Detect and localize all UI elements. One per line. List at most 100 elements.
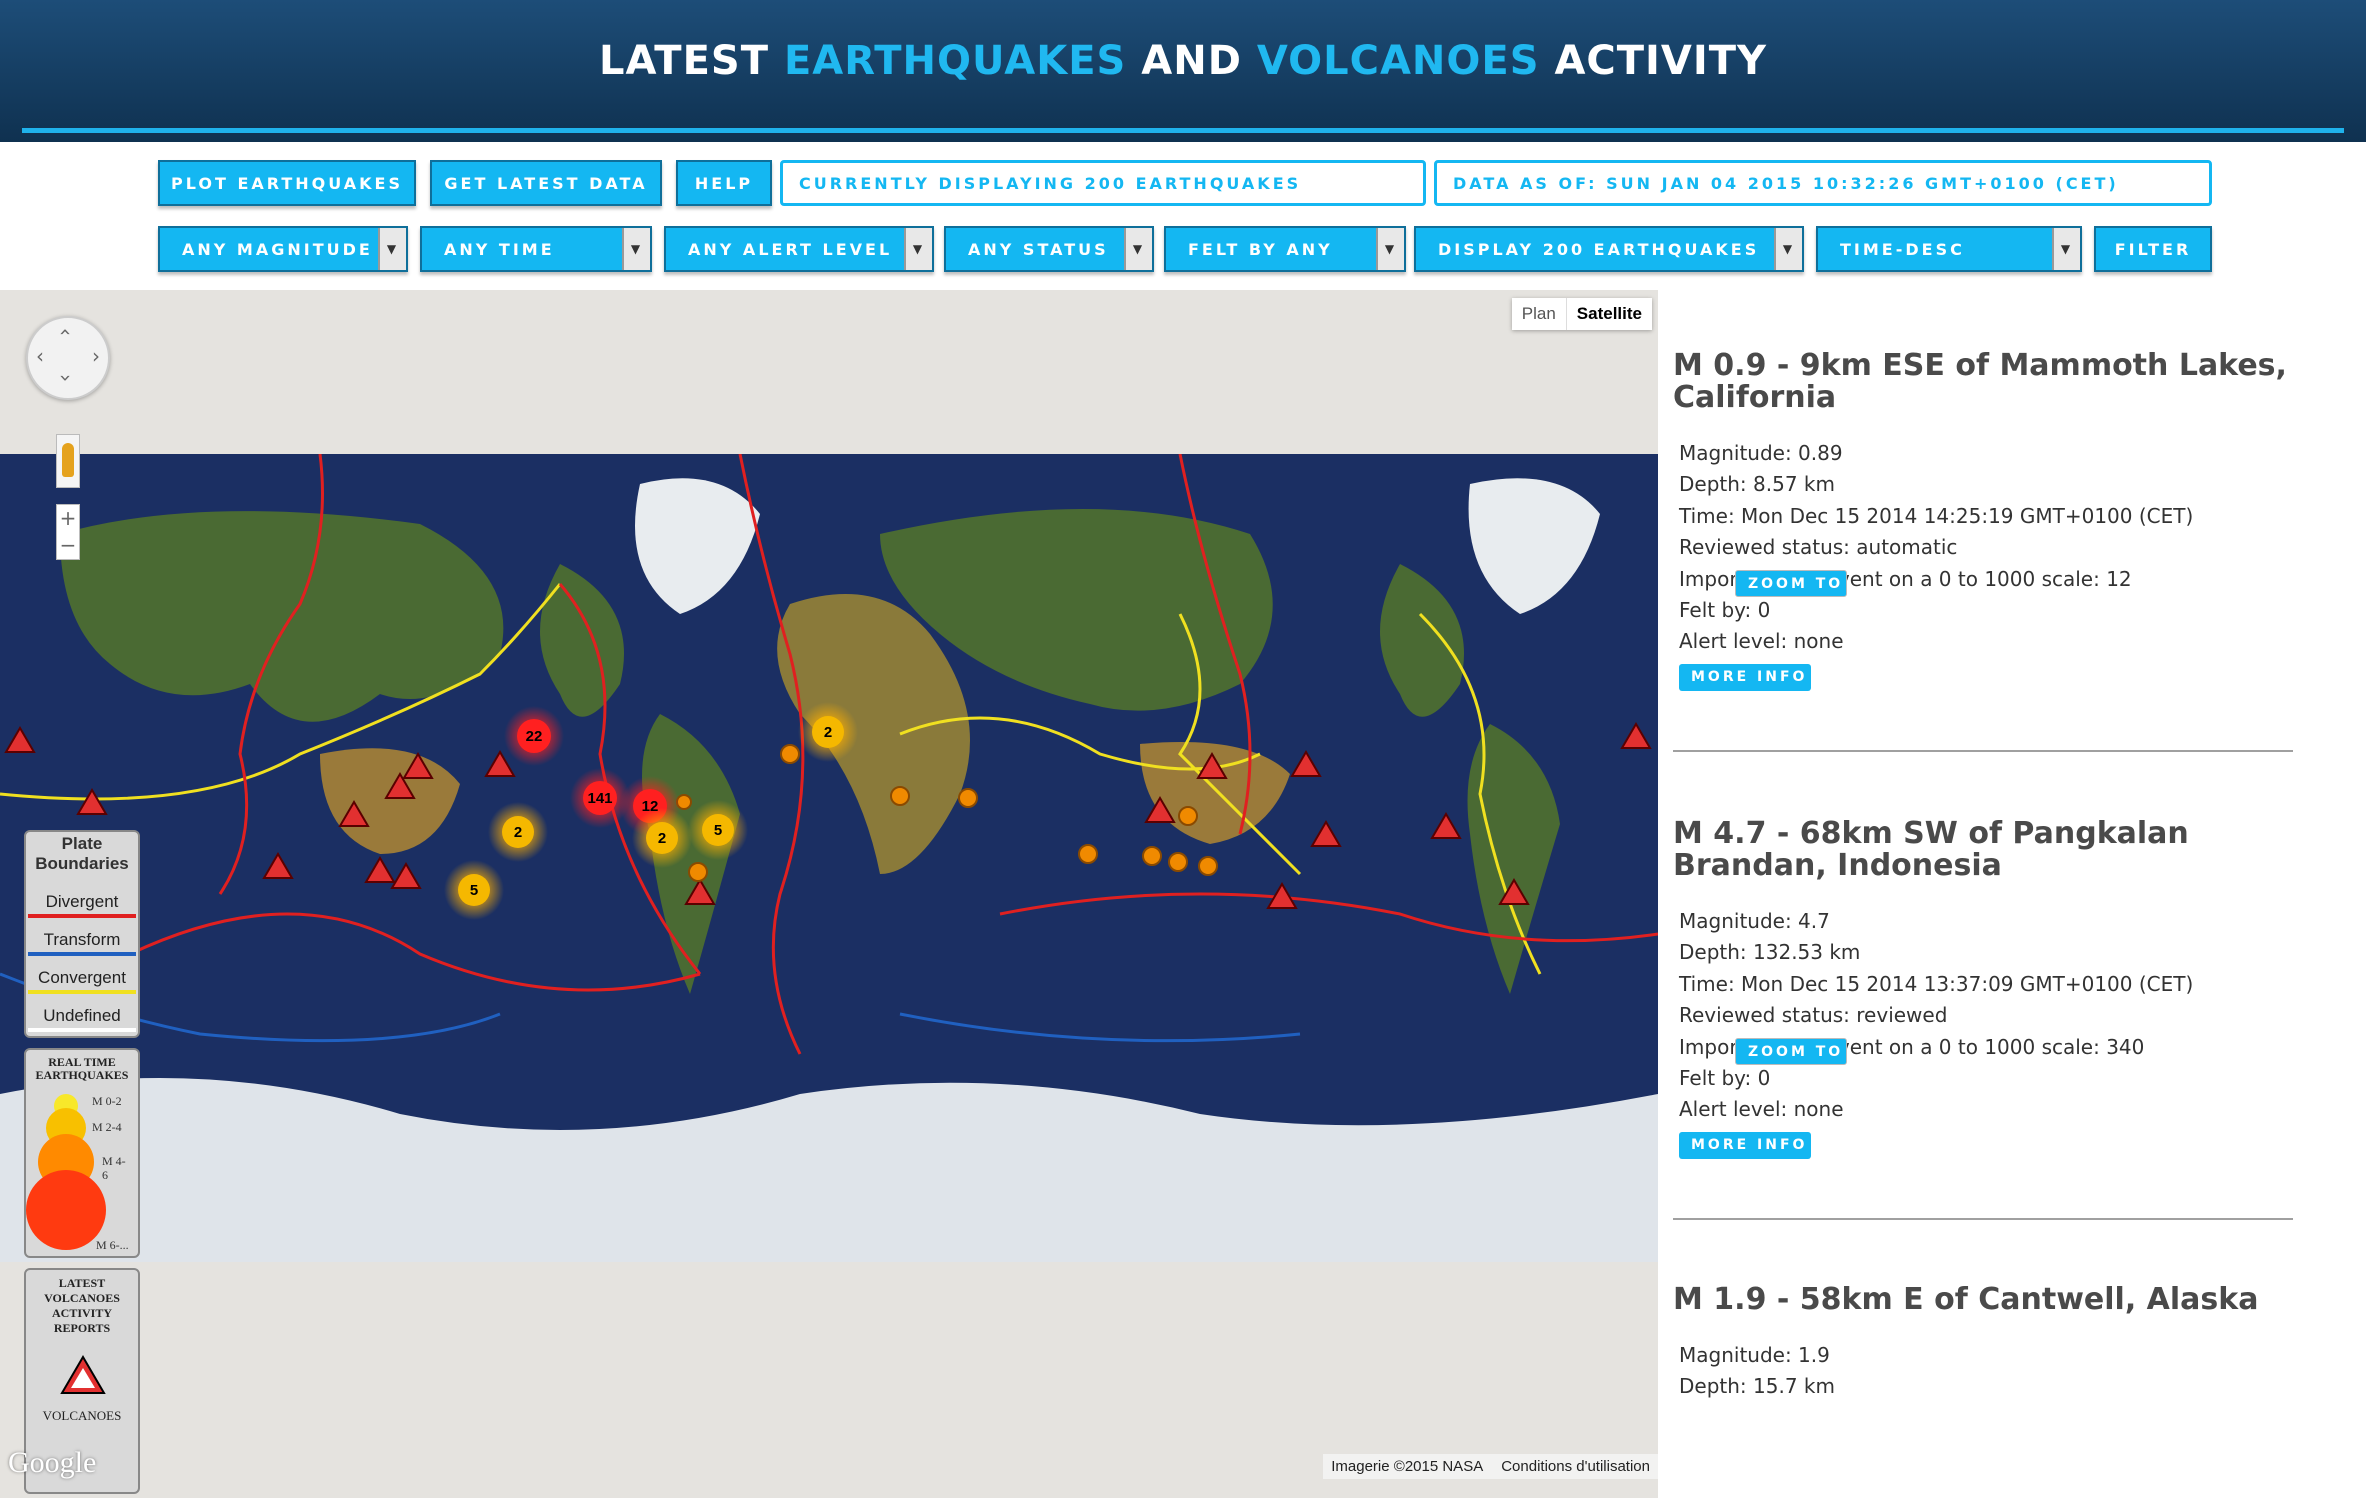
earthquake-depth: Depth: 8.57 km bbox=[1679, 472, 1835, 497]
vol-legend-title-3: ACTIVITY bbox=[51, 1306, 112, 1320]
legend-transform: Transform bbox=[28, 930, 136, 956]
pan-down-icon[interactable]: › bbox=[54, 374, 78, 382]
earthquake-magnitude-legend: REAL TIME EARTHQUAKES M 0-2 M 2-4 M 4- 6… bbox=[24, 1048, 140, 1258]
street-view-pegman-icon[interactable] bbox=[56, 434, 80, 488]
cluster-count-5[interactable]: 5 bbox=[714, 822, 722, 839]
volcano-icon bbox=[60, 1355, 106, 1394]
cluster-count-12[interactable]: 12 bbox=[642, 798, 659, 815]
title-word-latest: LATEST bbox=[598, 38, 769, 84]
time-select[interactable]: ANY TIME ▼ bbox=[420, 226, 652, 272]
legend-undefined: Undefined bbox=[28, 1006, 136, 1032]
chevron-down-icon: ▼ bbox=[622, 228, 650, 270]
cluster-count-2[interactable]: 2 bbox=[658, 830, 666, 847]
help-button[interactable]: HELP bbox=[676, 160, 772, 206]
earthquake-map[interactable]: 22 141 12 2 2 5 2 5 Plan Satellite ‹ › ‹… bbox=[0, 290, 1658, 1498]
plate-boundaries-legend: Plate Boundaries Divergent Transform Con… bbox=[24, 830, 140, 1038]
earthquake-felt: Felt by: 0 bbox=[1679, 598, 1771, 623]
earthquake-status: Reviewed status: reviewed bbox=[1679, 1003, 1948, 1028]
earthquake-depth: Depth: 132.53 km bbox=[1679, 940, 1861, 965]
chevron-down-icon: ▼ bbox=[1774, 228, 1802, 270]
more-info-button[interactable]: MORE INFO bbox=[1679, 1131, 1811, 1159]
cluster-count-141[interactable]: 141 bbox=[587, 790, 612, 807]
zoom-to-button[interactable]: ZOOM TO bbox=[1735, 570, 1847, 597]
chevron-down-icon: ▼ bbox=[1124, 228, 1152, 270]
title-word-volcanoes: VOLCANOES bbox=[1256, 38, 1540, 84]
magnitude-label-4-6: M 4- bbox=[102, 1154, 126, 1168]
cluster-count-5[interactable]: 5 bbox=[470, 882, 478, 899]
earthquake-feed[interactable]: M 0.9 - 9km ESE of Mammoth Lakes, Califo… bbox=[1658, 290, 2366, 1418]
sort-order-select-value: TIME-DESC bbox=[1840, 239, 1965, 259]
chevron-down-icon: ▼ bbox=[1376, 228, 1404, 270]
magnitude-select-value: ANY MAGNITUDE bbox=[182, 239, 373, 259]
google-logo: Google bbox=[8, 1446, 97, 1479]
status-select[interactable]: ANY STATUS ▼ bbox=[944, 226, 1154, 272]
plot-earthquakes-button[interactable]: PLOT EARTHQUAKES bbox=[158, 160, 416, 206]
alert-level-select[interactable]: ANY ALERT LEVEL ▼ bbox=[664, 226, 934, 272]
satellite-imagery[interactable]: 22 141 12 2 2 5 2 5 bbox=[0, 454, 1658, 1262]
earthquake-item: M 4.7 - 68km SW of Pangkalan Brandan, In… bbox=[1673, 818, 2293, 1159]
header-divider bbox=[22, 128, 2344, 133]
earthquake-magnitude: Magnitude: 4.7 bbox=[1679, 909, 1830, 933]
map-type-satellite-button[interactable]: Satellite bbox=[1567, 298, 1652, 330]
magnitude-label-4-6-cont: 6 bbox=[102, 1168, 108, 1182]
magnitude-label-0-2: M 0-2 bbox=[92, 1094, 122, 1108]
plate-legend-title-2: Boundaries bbox=[35, 854, 129, 873]
pan-right-icon[interactable]: › bbox=[92, 344, 100, 368]
filter-button[interactable]: FILTER bbox=[2094, 226, 2212, 272]
pan-left-icon[interactable]: ‹ bbox=[36, 344, 44, 368]
feed-divider bbox=[1673, 1218, 2293, 1220]
magnitude-label-2-4: M 2-4 bbox=[92, 1120, 122, 1134]
vol-legend-title-1: LATEST bbox=[58, 1276, 106, 1290]
earthquake-time: Time: Mon Dec 15 2014 13:37:09 GMT+0100 … bbox=[1679, 971, 2194, 996]
terms-of-use-link[interactable]: Conditions d'utilisation bbox=[1501, 1458, 1650, 1475]
chevron-down-icon: ▼ bbox=[904, 228, 932, 270]
more-info-button[interactable]: MORE INFO bbox=[1679, 663, 1811, 691]
alert-level-select-value: ANY ALERT LEVEL bbox=[688, 239, 893, 259]
eq-legend-title-2: EARTHQUAKES bbox=[35, 1068, 129, 1082]
cluster-count-2[interactable]: 2 bbox=[824, 724, 832, 741]
earthquake-item: M 0.9 - 9km ESE of Mammoth Lakes, Califo… bbox=[1673, 350, 2293, 691]
earthquake-title: M 0.9 - 9km ESE of Mammoth Lakes, Califo… bbox=[1673, 348, 2287, 415]
display-count-select-value: DISPLAY 200 EARTHQUAKES bbox=[1438, 239, 1760, 259]
title-word-activity: ACTIVITY bbox=[1554, 38, 1768, 84]
status-select-value: ANY STATUS bbox=[968, 239, 1109, 259]
volcanoes-label: VOLCANOES bbox=[42, 1408, 122, 1423]
title-word-and: AND bbox=[1141, 38, 1242, 84]
magnitude-label-6-plus: M 6-... bbox=[96, 1238, 129, 1252]
pan-up-icon[interactable]: ‹ bbox=[54, 328, 78, 336]
earthquake-felt: Felt by: 0 bbox=[1679, 1066, 1771, 1091]
cluster-count-22[interactable]: 22 bbox=[526, 728, 543, 745]
felt-by-select-value: FELT BY ANY bbox=[1188, 239, 1333, 259]
earthquake-status: Reviewed status: automatic bbox=[1679, 535, 1958, 560]
display-count-select[interactable]: DISPLAY 200 EARTHQUAKES ▼ bbox=[1414, 226, 1804, 272]
get-latest-data-button[interactable]: GET LATEST DATA bbox=[430, 160, 662, 206]
map-type-control[interactable]: Plan Satellite bbox=[1511, 298, 1652, 330]
legend-divergent: Divergent bbox=[28, 892, 136, 918]
cluster-count-2[interactable]: 2 bbox=[514, 824, 522, 841]
map-type-plan-button[interactable]: Plan bbox=[1512, 298, 1567, 330]
zoom-to-button[interactable]: ZOOM TO bbox=[1735, 1038, 1847, 1065]
earthquake-magnitude: Magnitude: 1.9 bbox=[1679, 1343, 1830, 1367]
pan-control[interactable]: ‹ › ‹ › bbox=[26, 316, 110, 400]
chevron-down-icon: ▼ bbox=[2052, 228, 2080, 270]
magnitude-select[interactable]: ANY MAGNITUDE ▼ bbox=[158, 226, 408, 272]
displaying-count-box: CURRENTLY DISPLAYING 200 EARTHQUAKES bbox=[780, 160, 1426, 206]
time-select-value: ANY TIME bbox=[444, 239, 555, 259]
zoom-out-icon[interactable]: − bbox=[57, 532, 79, 559]
page-header: LATEST EARTHQUAKES AND VOLCANOES ACTIVIT… bbox=[0, 0, 2366, 142]
earthquake-alert: Alert level: none bbox=[1679, 629, 1844, 654]
earthquake-item: M 1.9 - 58km E of Cantwell, Alaska Magni… bbox=[1673, 1284, 2293, 1403]
zoom-in-icon[interactable]: + bbox=[57, 505, 79, 532]
earthquake-alert: Alert level: none bbox=[1679, 1097, 1844, 1122]
map-attribution: Imagerie ©2015 NASA Conditions d'utilisa… bbox=[1323, 1454, 1658, 1479]
felt-by-select[interactable]: FELT BY ANY ▼ bbox=[1164, 226, 1406, 272]
feed-divider bbox=[1673, 750, 2293, 752]
page-title: LATEST EARTHQUAKES AND VOLCANOES ACTIVIT… bbox=[0, 38, 2366, 84]
earthquake-title: M 1.9 - 58km E of Cantwell, Alaska bbox=[1673, 1282, 2259, 1317]
zoom-control[interactable]: + − bbox=[56, 504, 80, 560]
sort-order-select[interactable]: TIME-DESC ▼ bbox=[1816, 226, 2082, 272]
magnitude-circles bbox=[26, 1094, 106, 1250]
imagery-attribution: Imagerie ©2015 NASA bbox=[1331, 1458, 1484, 1475]
chevron-down-icon: ▼ bbox=[378, 228, 406, 270]
earthquake-depth: Depth: 15.7 km bbox=[1679, 1374, 1835, 1399]
